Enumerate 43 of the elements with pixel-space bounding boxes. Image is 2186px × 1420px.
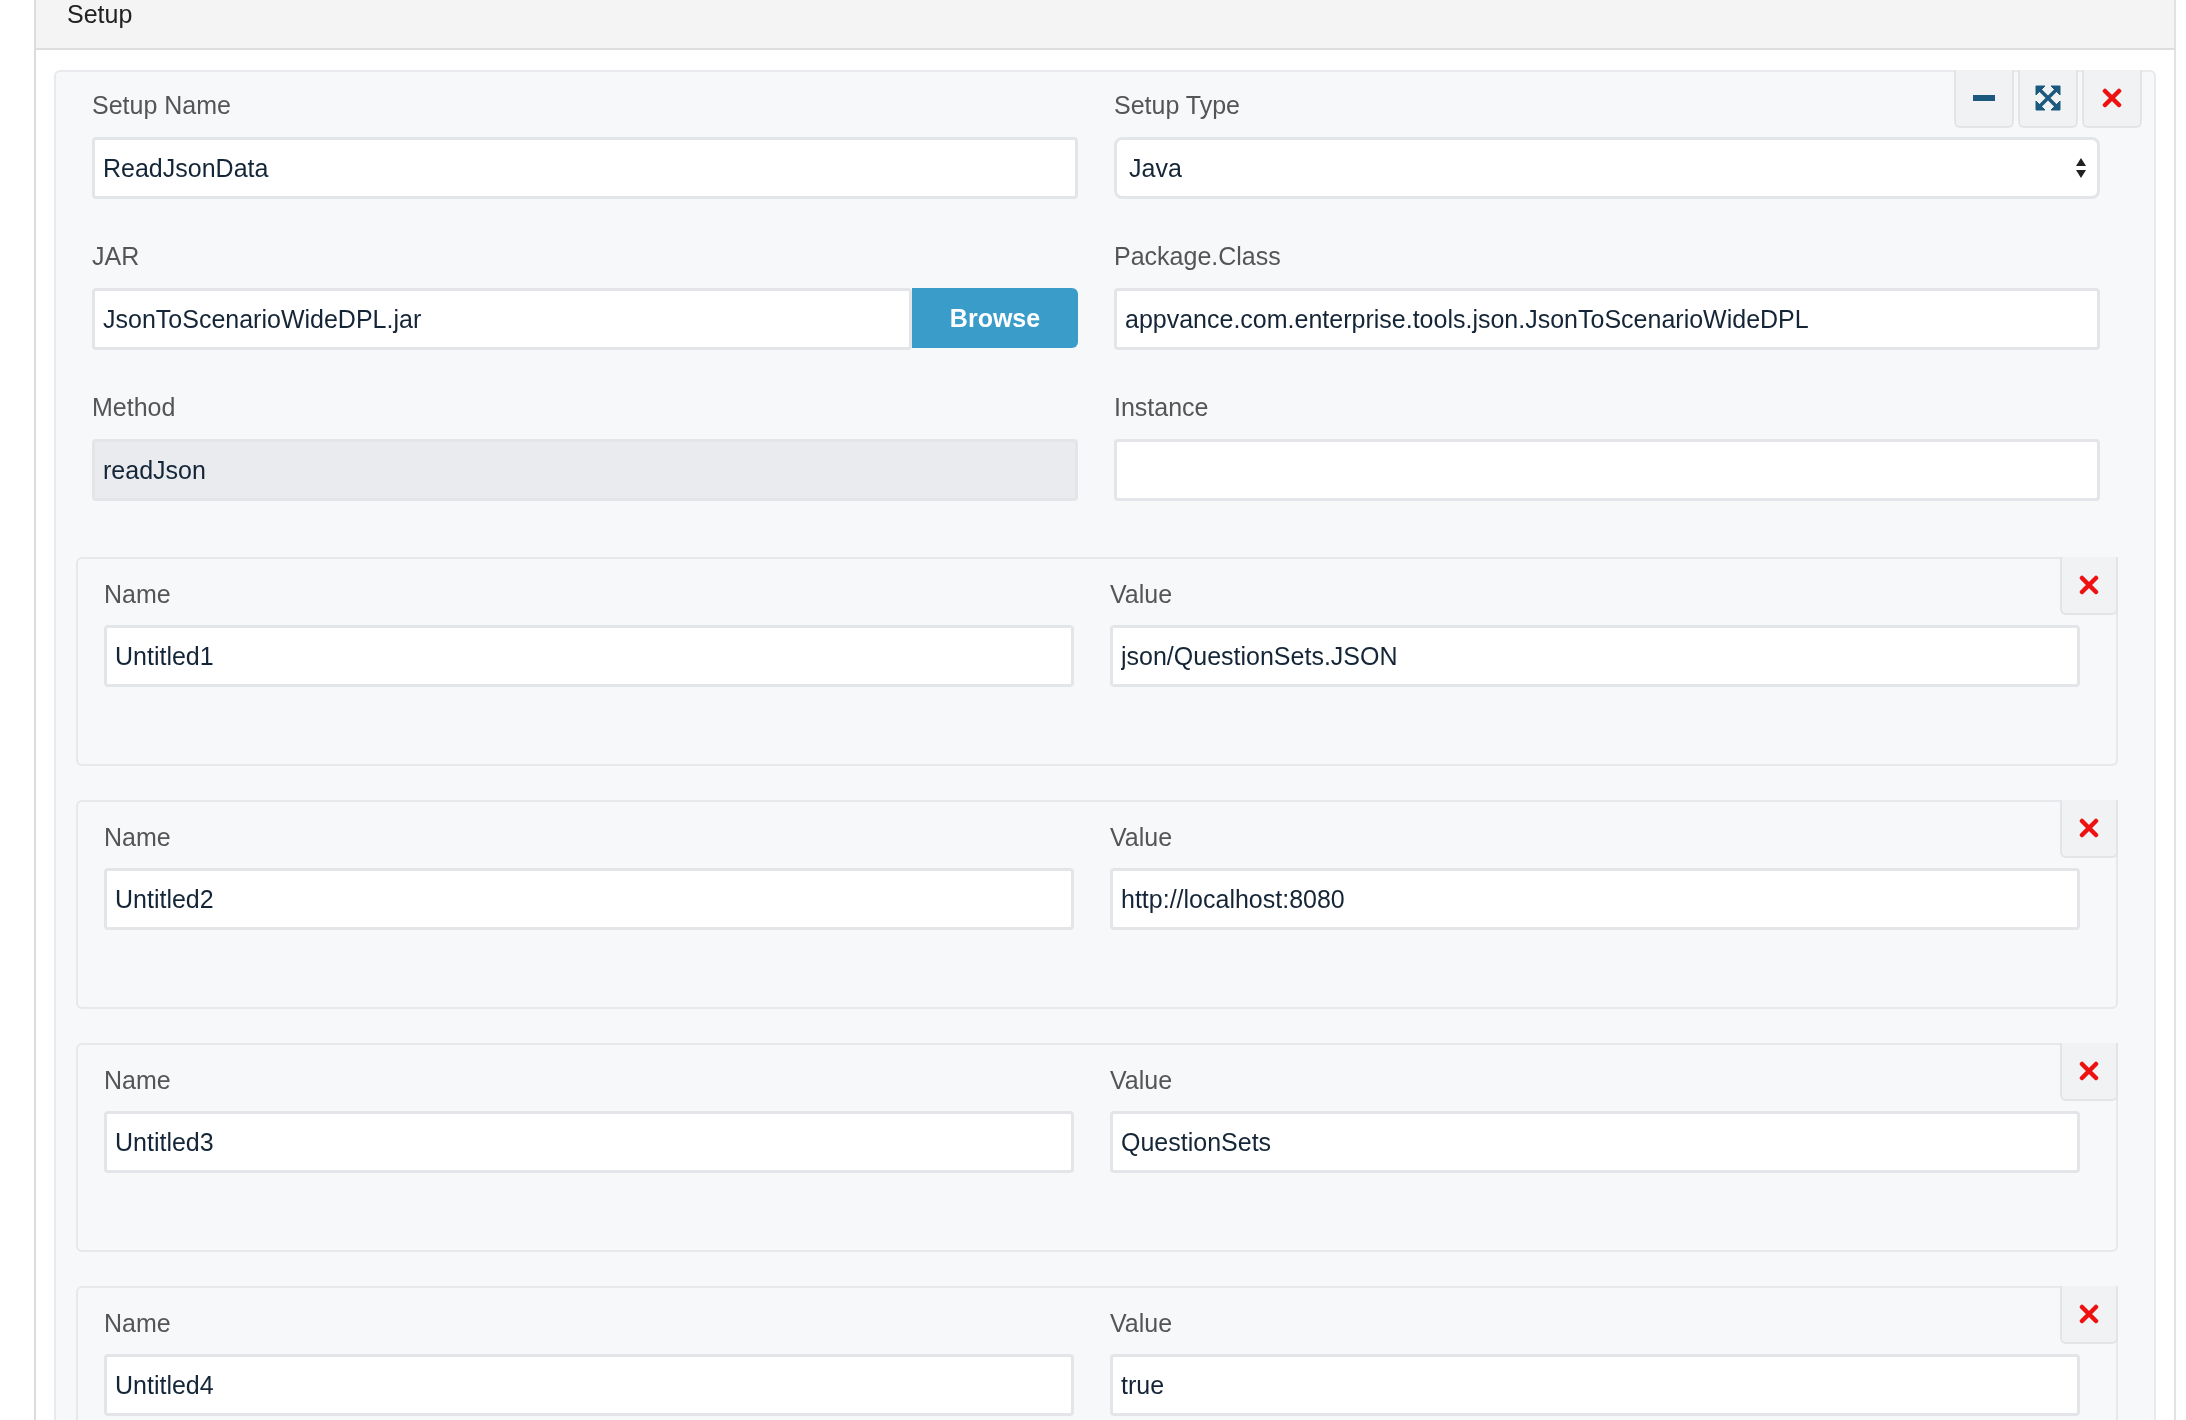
- name-input-field[interactable]: Untitled2: [104, 868, 1074, 930]
- text-input-field[interactable]: appvance.com.enterprise.tools.json.JsonToScenarioWideDPL: [1114, 288, 2100, 350]
- name-input-field[interactable]: Untitled3: [104, 1111, 1074, 1173]
- field-label: Setup Type: [1114, 90, 1241, 120]
- text-input-field[interactable]: [1114, 439, 2100, 501]
- field-label: Package.Class: [1114, 241, 1281, 271]
- expand-icon: [2035, 85, 2061, 111]
- field-label: Name: [104, 1065, 171, 1095]
- field-label: Value: [1110, 1065, 1173, 1095]
- remove-button[interactable]: [2060, 1286, 2118, 1344]
- field-label: Value: [1110, 1308, 1173, 1338]
- remove-button[interactable]: [2060, 800, 2118, 858]
- close-icon: [2079, 1304, 2099, 1324]
- setup-type-select[interactable]: Java: [1114, 137, 2100, 199]
- value-input-field[interactable]: true: [1110, 1354, 2080, 1416]
- remove-button[interactable]: [2060, 1043, 2118, 1101]
- toolbar-button[interactable]: [2018, 70, 2078, 128]
- toolbar-button[interactable]: [1954, 70, 2014, 128]
- minimize-icon: [1973, 95, 1995, 101]
- sort-arrows-icon: [2075, 156, 2087, 180]
- field-label: Name: [104, 1308, 171, 1338]
- remove-button[interactable]: [2060, 557, 2118, 615]
- field-label: Value: [1110, 579, 1173, 609]
- name-input-field[interactable]: Untitled4: [104, 1354, 1074, 1416]
- close-icon: [2079, 818, 2099, 838]
- value-input-field[interactable]: http://localhost:8080: [1110, 868, 2080, 930]
- name-input-field[interactable]: Untitled1: [104, 625, 1074, 687]
- field-label: Value: [1110, 822, 1173, 852]
- section-title: Setup: [67, 0, 134, 28]
- field-label: Setup Name: [92, 90, 231, 120]
- close-icon: [2079, 575, 2099, 595]
- value-input-field[interactable]: QuestionSets: [1110, 1111, 2080, 1173]
- toolbar-button[interactable]: [2082, 70, 2142, 128]
- field-label: Instance: [1114, 392, 1209, 422]
- field-label: Method: [92, 392, 176, 422]
- text-input-field[interactable]: ReadJsonData: [92, 137, 1078, 199]
- field-label: Name: [104, 822, 171, 852]
- value-input-field[interactable]: json/QuestionSets.JSON: [1110, 625, 2080, 687]
- field-label: Name: [104, 579, 171, 609]
- jar-input-field[interactable]: JsonToScenarioWideDPL.jar: [92, 288, 912, 350]
- field-label: JAR: [92, 241, 140, 271]
- close-icon: [2102, 88, 2122, 108]
- close-icon: [2079, 1061, 2099, 1081]
